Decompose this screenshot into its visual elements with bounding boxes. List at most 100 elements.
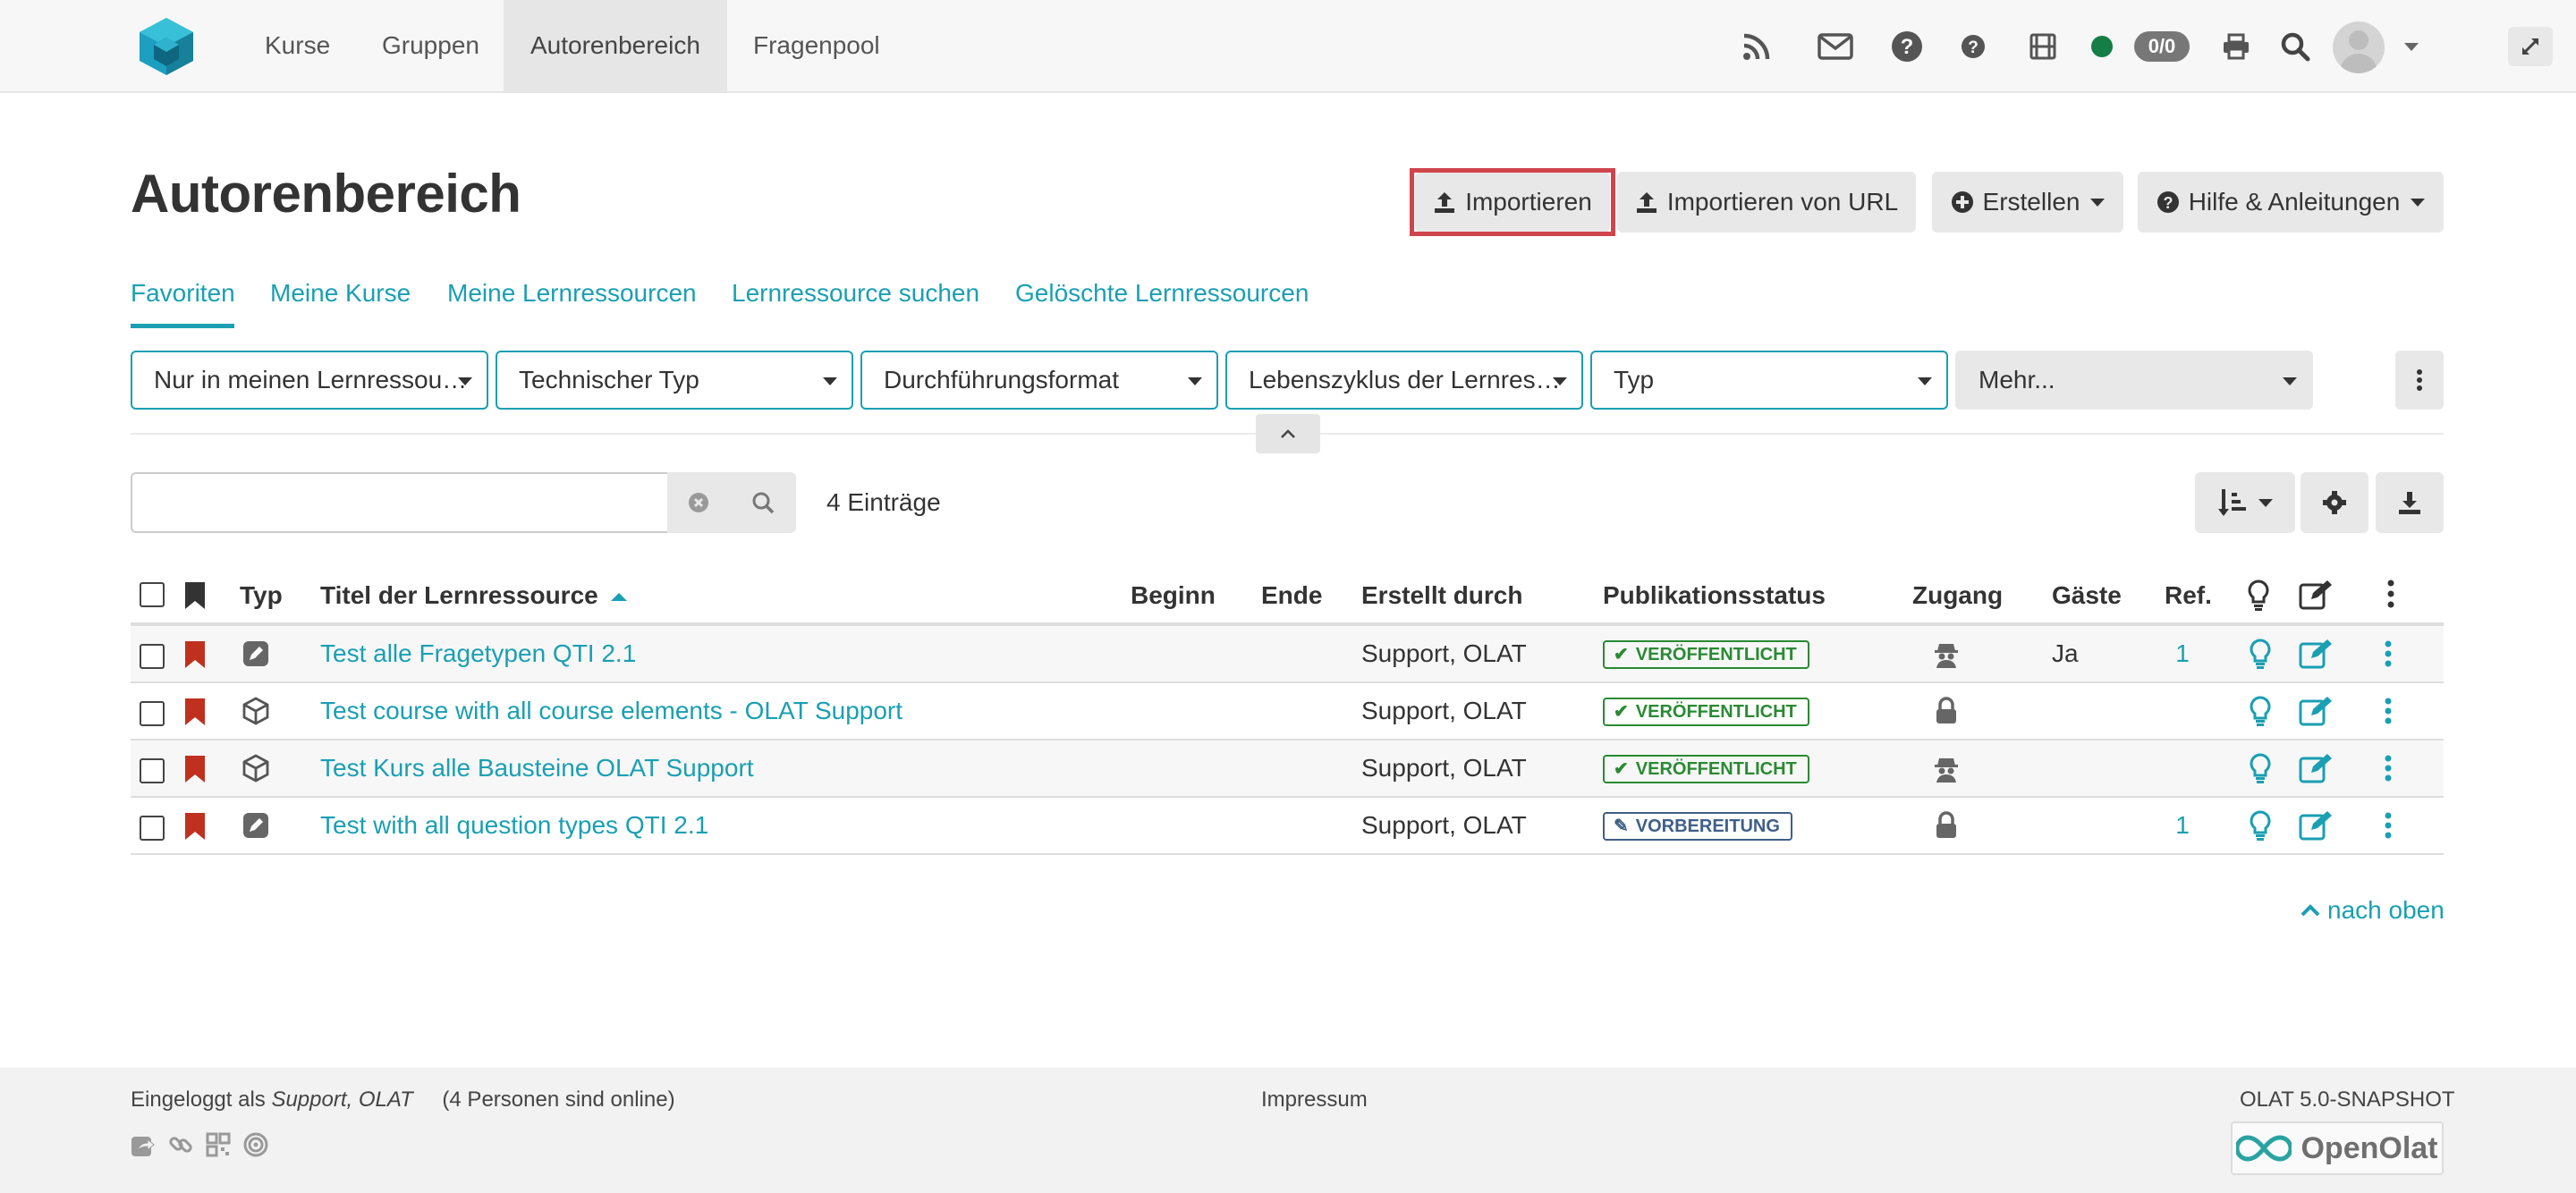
online-users[interactable]: (4 Personen sind online) <box>442 1087 674 1112</box>
sort-asc-icon <box>610 593 627 602</box>
openolat-logo[interactable] <box>134 14 199 79</box>
ellipsis-vertical-icon <box>2417 369 2422 391</box>
col-type[interactable]: Typ <box>240 581 283 610</box>
resource-title-link[interactable]: Test course with all course elements - O… <box>320 683 902 739</box>
chevron-down-icon <box>823 377 837 385</box>
row-menu-icon[interactable] <box>2381 740 2395 796</box>
row-checkbox[interactable] <box>140 816 165 841</box>
openolat-brand[interactable]: OpenOlat <box>2231 1121 2444 1175</box>
col-begin[interactable]: Beginn <box>1131 581 1216 610</box>
fullscreen-button[interactable] <box>2508 27 2553 66</box>
filter-type[interactable]: Typ <box>1590 351 1948 410</box>
clear-search-button[interactable] <box>667 472 730 533</box>
film-icon[interactable] <box>2023 27 2063 66</box>
col-title[interactable]: Titel der Lernressource <box>320 581 627 610</box>
help-icon[interactable]: ? <box>1887 27 1927 66</box>
share-icon[interactable] <box>131 1132 156 1157</box>
tab-lernressource-suchen[interactable]: Lernressource suchen <box>732 279 979 308</box>
search-submit-button[interactable] <box>730 472 796 533</box>
bookmark-icon[interactable] <box>184 812 206 841</box>
download-button[interactable] <box>2376 472 2444 533</box>
select-all-checkbox[interactable] <box>140 582 165 607</box>
chevron-down-icon <box>2090 198 2106 207</box>
col-guests[interactable]: Gäste <box>2052 581 2122 610</box>
edit-icon[interactable] <box>2297 626 2334 681</box>
lightbulb-icon[interactable] <box>2247 798 2274 853</box>
tab-meine-lernressourcen[interactable]: Meine Lernressourcen <box>447 279 697 308</box>
nav-fragenpool[interactable]: Fragenpool <box>726 0 907 91</box>
filter-more[interactable]: Mehr... <box>1955 351 2313 410</box>
ref-count-link[interactable]: 1 <box>2165 626 2200 681</box>
ref-count-link[interactable] <box>2165 683 2200 739</box>
row-menu-icon[interactable] <box>2381 626 2395 681</box>
row-menu-icon[interactable] <box>2381 683 2395 739</box>
qr-code-icon[interactable] <box>206 1132 231 1157</box>
lightbulb-icon[interactable] <box>2247 683 2274 739</box>
nav-gruppen[interactable]: Gruppen <box>355 0 506 91</box>
created-by: Support, OLAT <box>1361 754 1527 782</box>
row-checkbox[interactable] <box>140 644 165 669</box>
table-row: Test course with all course elements - O… <box>131 683 2444 740</box>
help-guides-button[interactable]: ? Hilfe & Anleitungen <box>2138 172 2444 233</box>
create-button[interactable]: Erstellen <box>1932 172 2123 233</box>
bookmark-icon[interactable] <box>184 698 206 726</box>
link-icon[interactable] <box>168 1132 193 1157</box>
tab-favoriten[interactable]: Favoriten <box>131 279 235 308</box>
row-checkbox[interactable] <box>140 701 165 726</box>
created-by: Support, OLAT <box>1361 639 1527 667</box>
resource-title-link[interactable]: Test Kurs alle Bausteine OLAT Support <box>320 740 754 796</box>
col-access[interactable]: Zugang <box>1912 581 2003 610</box>
online-status-indicator[interactable] <box>2091 36 2113 57</box>
edit-icon[interactable] <box>2297 683 2334 739</box>
lightbulb-icon[interactable] <box>2247 740 2274 796</box>
filter-options-button[interactable] <box>2395 351 2444 410</box>
ref-count-link[interactable]: 1 <box>2165 798 2200 853</box>
edit-icon[interactable] <box>2297 740 2334 796</box>
nav-autorenbereich[interactable]: Autorenbereich <box>504 0 727 91</box>
sort-button[interactable] <box>2195 472 2295 533</box>
print-icon[interactable] <box>2216 27 2256 66</box>
tab-geloeschte-lernressourcen[interactable]: Gelöschte Lernressourcen <box>1015 279 1309 308</box>
bookmark-icon[interactable] <box>184 640 206 669</box>
guest-icon <box>1928 626 1964 681</box>
logged-in-user[interactable]: Support, OLAT <box>271 1087 412 1112</box>
nav-kurse[interactable]: Kurse <box>238 0 357 91</box>
filter-lifecycle[interactable]: Lebenszyklus der Lernres… <box>1225 351 1583 410</box>
status-label: VORBEREITUNG <box>1635 816 1780 836</box>
edit-icon[interactable] <box>2297 798 2334 853</box>
ref-count-link[interactable] <box>2165 740 2200 796</box>
top-navigation: Kurse Gruppen Autorenbereich Fragenpool … <box>0 0 2576 93</box>
import-url-button[interactable]: Importieren von URL <box>1617 172 1916 233</box>
tab-meine-kurse[interactable]: Meine Kurse <box>270 279 411 308</box>
search-input[interactable] <box>131 472 667 533</box>
user-menu-caret-icon[interactable] <box>2392 27 2431 66</box>
online-count-badge[interactable]: 0/0 <box>2134 31 2190 62</box>
filter-own-resources[interactable]: Nur in meinen Lernressou… <box>131 351 488 410</box>
filter-execution-format[interactable]: Durchführungsformat <box>860 351 1218 410</box>
create-button-label: Erstellen <box>1982 188 2080 216</box>
search-icon[interactable] <box>2275 27 2315 66</box>
bookmark-icon[interactable] <box>184 755 206 783</box>
col-created-by[interactable]: Erstellt durch <box>1361 581 1522 610</box>
context-help-icon[interactable]: ? <box>1953 27 1993 66</box>
user-avatar[interactable] <box>2333 21 2385 73</box>
impressum-link[interactable]: Impressum <box>1261 1087 1368 1113</box>
col-publication-status[interactable]: Publikationsstatus <box>1603 581 1826 610</box>
rss-icon[interactable] <box>1737 27 1776 66</box>
col-end[interactable]: Ende <box>1261 581 1322 610</box>
filter-technical-type[interactable]: Technischer Typ <box>496 351 853 410</box>
collapse-filters-button[interactable] <box>1256 414 1320 453</box>
col-ref[interactable]: Ref. <box>2165 581 2212 610</box>
lightbulb-icon[interactable] <box>2247 626 2274 681</box>
table-settings-button[interactable] <box>2301 472 2368 533</box>
back-to-top-link[interactable]: nach oben <box>2301 896 2445 925</box>
mail-icon[interactable] <box>1816 27 1855 66</box>
filter-label: Lebenszyklus der Lernres… <box>1249 366 1561 393</box>
logged-in-info: Eingeloggt als Support, OLAT (4 Personen… <box>131 1087 675 1113</box>
resource-title-link[interactable]: Test with all question types QTI 2.1 <box>320 798 708 853</box>
resource-title-link[interactable]: Test alle Fragetypen QTI 2.1 <box>320 626 636 681</box>
row-checkbox[interactable] <box>140 758 165 783</box>
expand-icon <box>2522 38 2538 55</box>
target-icon[interactable] <box>243 1132 268 1157</box>
row-menu-icon[interactable] <box>2381 798 2395 853</box>
